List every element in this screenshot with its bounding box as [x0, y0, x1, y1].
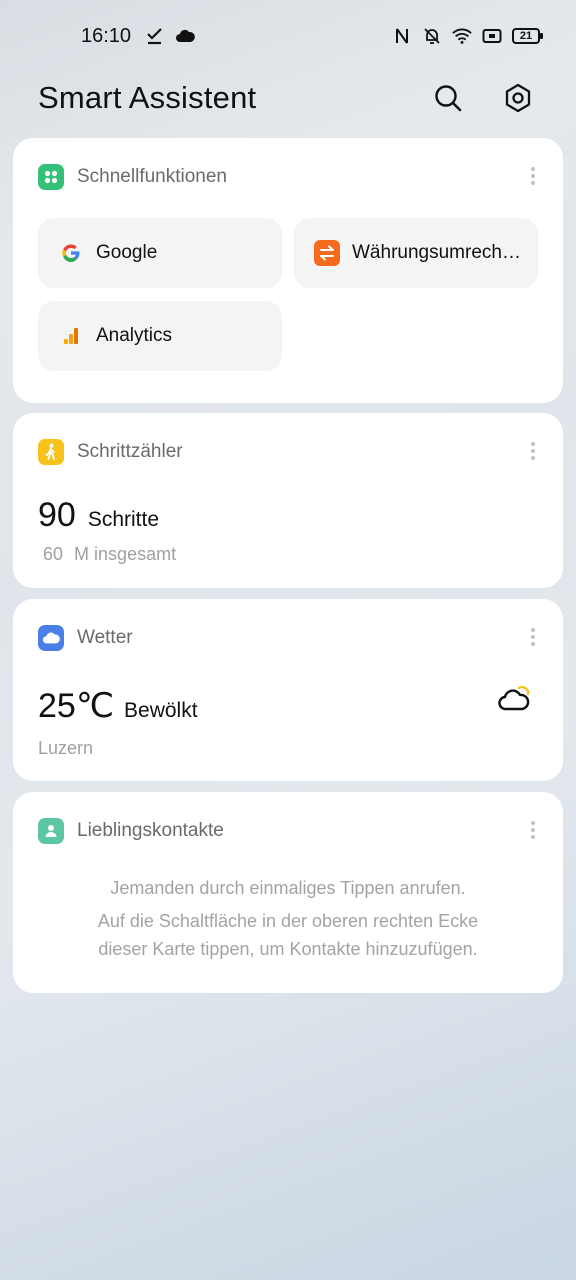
analytics-icon — [58, 323, 84, 349]
bell-off-icon — [422, 26, 442, 46]
search-button[interactable] — [428, 80, 468, 120]
quick-item-label: Analytics — [96, 325, 173, 346]
settings-button[interactable] — [498, 80, 538, 120]
favorite-contacts-title: Lieblingskontakte — [77, 820, 224, 841]
status-right-icons: 21 — [392, 26, 543, 46]
weather-header: Wetter — [38, 625, 133, 651]
weather-condition: Bewölkt — [124, 699, 198, 722]
weather-card[interactable]: Wetter 25℃ Bewölkt Luzern — [13, 599, 563, 781]
contacts-hint-line2: Auf die Schaltfläche in der oberen recht… — [97, 911, 479, 931]
weather-title: Wetter — [77, 627, 133, 648]
quick-item-currency-converter[interactable]: Währungsumrechner — [294, 218, 538, 288]
pedometer-card[interactable]: Schrittzähler 90 Schritte 60 M insgesamt — [13, 413, 563, 588]
distance-readout: 60 M insgesamt — [43, 544, 176, 565]
wifi-icon — [452, 26, 472, 46]
quick-item-analytics[interactable]: Analytics — [38, 301, 282, 371]
favorite-contacts-header: Lieblingskontakte — [38, 818, 224, 844]
check-download-icon — [145, 26, 165, 46]
currency-convert-icon — [314, 240, 340, 266]
steps-readout: 90 Schritte — [38, 496, 159, 535]
favorite-contacts-card: Lieblingskontakte Jemanden durch einmali… — [13, 792, 563, 993]
nfc-icon — [392, 26, 412, 46]
cloud-icon — [175, 26, 195, 46]
quick-functions-more-button[interactable] — [523, 164, 543, 188]
temperature-value: 25℃ — [38, 687, 115, 725]
quick-functions-icon — [38, 164, 64, 190]
weather-readout: 25℃ Bewölkt — [38, 686, 198, 726]
status-time: 16:10 — [81, 25, 132, 47]
walking-icon — [38, 439, 64, 465]
quick-item-label: Google — [96, 242, 158, 263]
status-bar: 16:10 21 — [0, 0, 576, 72]
pedometer-header: Schrittzähler — [38, 439, 183, 465]
partly-cloudy-icon — [497, 683, 533, 718]
steps-label: Schritte — [87, 508, 160, 531]
steps-value: 90 — [38, 496, 76, 534]
contacts-hint-line3: dieser Karte tippen, um Kontakte hinzuzu… — [98, 939, 478, 959]
search-icon — [433, 83, 463, 118]
gear-icon — [503, 83, 533, 118]
google-icon — [58, 240, 84, 266]
contact-person-icon — [38, 818, 64, 844]
quick-functions-title: Schnellfunktionen — [77, 166, 227, 187]
contacts-hint-line1: Jemanden durch einmaliges Tippen anrufen… — [110, 878, 466, 898]
quick-functions-header: Schnellfunktionen — [38, 164, 227, 190]
weather-more-button[interactable] — [523, 625, 543, 649]
status-left-icons — [145, 26, 195, 46]
pedometer-more-button[interactable] — [523, 439, 543, 463]
cast-icon — [482, 26, 502, 46]
distance-value: 60 — [43, 544, 64, 564]
quick-item-label: Währungsumrechner — [352, 242, 527, 263]
page-title: Smart Assistent — [38, 80, 257, 115]
weather-cloud-icon — [38, 625, 64, 651]
weather-location: Luzern — [38, 738, 94, 758]
quick-functions-card: Schnellfunktionen Google Währungsumrechn… — [13, 138, 563, 403]
favorite-contacts-more-button[interactable] — [523, 818, 543, 842]
pedometer-title: Schrittzähler — [77, 441, 183, 462]
battery-icon: 21 — [512, 28, 543, 44]
distance-label: M insgesamt — [74, 544, 177, 564]
quick-item-google[interactable]: Google — [38, 218, 282, 288]
